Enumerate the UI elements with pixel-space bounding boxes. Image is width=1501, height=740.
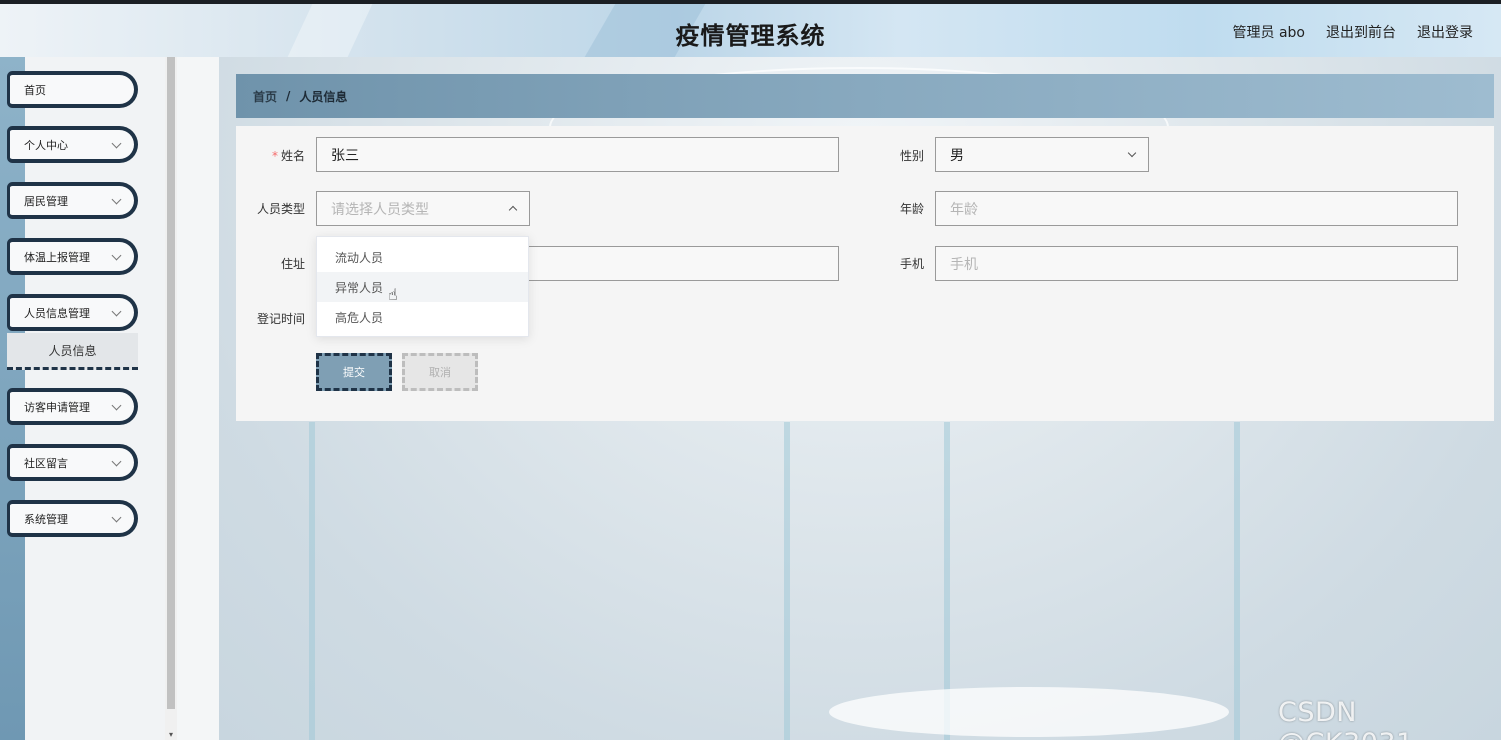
breadcrumb-current: 人员信息 — [299, 89, 348, 104]
dropdown-option-abnormal[interactable]: 异常人员 — [317, 272, 528, 302]
sidebar-item-label: 首页 — [24, 83, 46, 97]
chevron-down-icon — [111, 400, 122, 411]
gender-label: 性别 — [899, 149, 924, 163]
breadcrumb: 首页 / 人员信息 — [236, 74, 1494, 118]
person-type-select[interactable]: 请选择人员类型 — [316, 191, 530, 226]
sidebar-item-resident-management[interactable]: 居民管理 — [7, 182, 138, 219]
sidebar-item-label: 访客申请管理 — [24, 400, 90, 414]
phone-placeholder: 手机 — [950, 256, 978, 273]
sidebar-item-label: 个人中心 — [24, 138, 68, 152]
age-input[interactable]: 年龄 — [935, 191, 1458, 226]
chevron-down-icon — [111, 250, 122, 261]
logout-link[interactable]: 退出登录 — [1417, 22, 1473, 42]
background-decoration — [309, 422, 315, 740]
phone-input[interactable]: 手机 — [935, 246, 1458, 281]
name-input-value: 张三 — [331, 147, 359, 164]
chevron-down-icon — [111, 138, 122, 149]
hand-cursor-icon: ☝ — [388, 285, 398, 304]
sidebar-item-label: 体温上报管理 — [24, 250, 90, 264]
age-placeholder: 年龄 — [950, 201, 978, 218]
submit-button[interactable]: 提交 — [316, 353, 392, 391]
sidebar-item-system-management[interactable]: 系统管理 — [7, 500, 138, 537]
register-time-label: 登记时间 — [256, 312, 305, 326]
background-decoration — [829, 687, 1229, 737]
person-type-placeholder: 请选择人员类型 — [331, 201, 429, 218]
sidebar-subitem-label: 人员信息 — [48, 343, 97, 358]
phone-label: 手机 — [899, 257, 924, 271]
sidebar-item-personal-center[interactable]: 个人中心 — [7, 126, 138, 163]
background-decoration — [1234, 422, 1240, 740]
dropdown-option-floating[interactable]: 流动人员 — [317, 242, 528, 272]
sidebar-item-label: 人员信息管理 — [24, 306, 90, 320]
sidebar-item-home[interactable]: 首页 — [7, 71, 138, 108]
required-mark: * — [271, 149, 278, 163]
cancel-button[interactable]: 取消 — [402, 353, 478, 391]
chevron-down-icon — [111, 512, 122, 523]
chevron-down-icon — [111, 456, 122, 467]
chevron-up-icon — [508, 205, 518, 215]
chevron-down-icon — [1127, 148, 1137, 158]
sidebar-item-person-info-management[interactable]: 人员信息管理 — [7, 294, 138, 331]
chevron-down-icon — [111, 194, 122, 205]
sidebar-gap — [177, 57, 219, 740]
sidebar-item-community-messages[interactable]: 社区留言 — [7, 444, 138, 481]
background-decoration — [784, 422, 790, 740]
person-type-label: 人员类型 — [256, 202, 305, 216]
breadcrumb-home-link[interactable]: 首页 — [253, 88, 277, 105]
dropdown-option-high-risk[interactable]: 高危人员 — [317, 302, 528, 332]
gender-select[interactable]: 男 — [935, 137, 1149, 172]
name-input[interactable]: 张三 — [316, 137, 839, 172]
name-label: *张三姓名 — [271, 149, 305, 163]
person-type-dropdown: 流动人员 异常人员 高危人员 — [316, 236, 529, 337]
scrollbar-thumb[interactable] — [167, 57, 175, 709]
sidebar-item-label: 社区留言 — [24, 456, 68, 470]
chevron-down-icon — [111, 306, 122, 317]
watermark: CSDN @CK3031 — [1278, 697, 1413, 740]
address-label: 住址 — [280, 257, 305, 271]
exit-to-front-link[interactable]: 退出到前台 — [1326, 22, 1396, 42]
gender-select-value: 男 — [950, 147, 964, 164]
admin-user-link[interactable]: 管理员 abo — [1233, 22, 1305, 42]
sidebar-subitem-person-info[interactable]: 人员信息 — [7, 333, 138, 370]
scroll-down-icon[interactable]: ▾ — [167, 730, 175, 739]
header-links: 管理员 abo 退出到前台 退出登录 — [1233, 22, 1473, 42]
breadcrumb-separator: / — [286, 89, 291, 103]
header-bar: 疫情管理系统 管理员 abo 退出到前台 退出登录 — [0, 4, 1501, 57]
sidebar-item-label: 居民管理 — [24, 194, 68, 208]
sidebar-item-label: 系统管理 — [24, 512, 68, 526]
age-label: 年龄 — [899, 202, 924, 216]
sidebar-item-temperature-report[interactable]: 体温上报管理 — [7, 238, 138, 275]
sidebar-item-visitor-application[interactable]: 访客申请管理 — [7, 388, 138, 425]
